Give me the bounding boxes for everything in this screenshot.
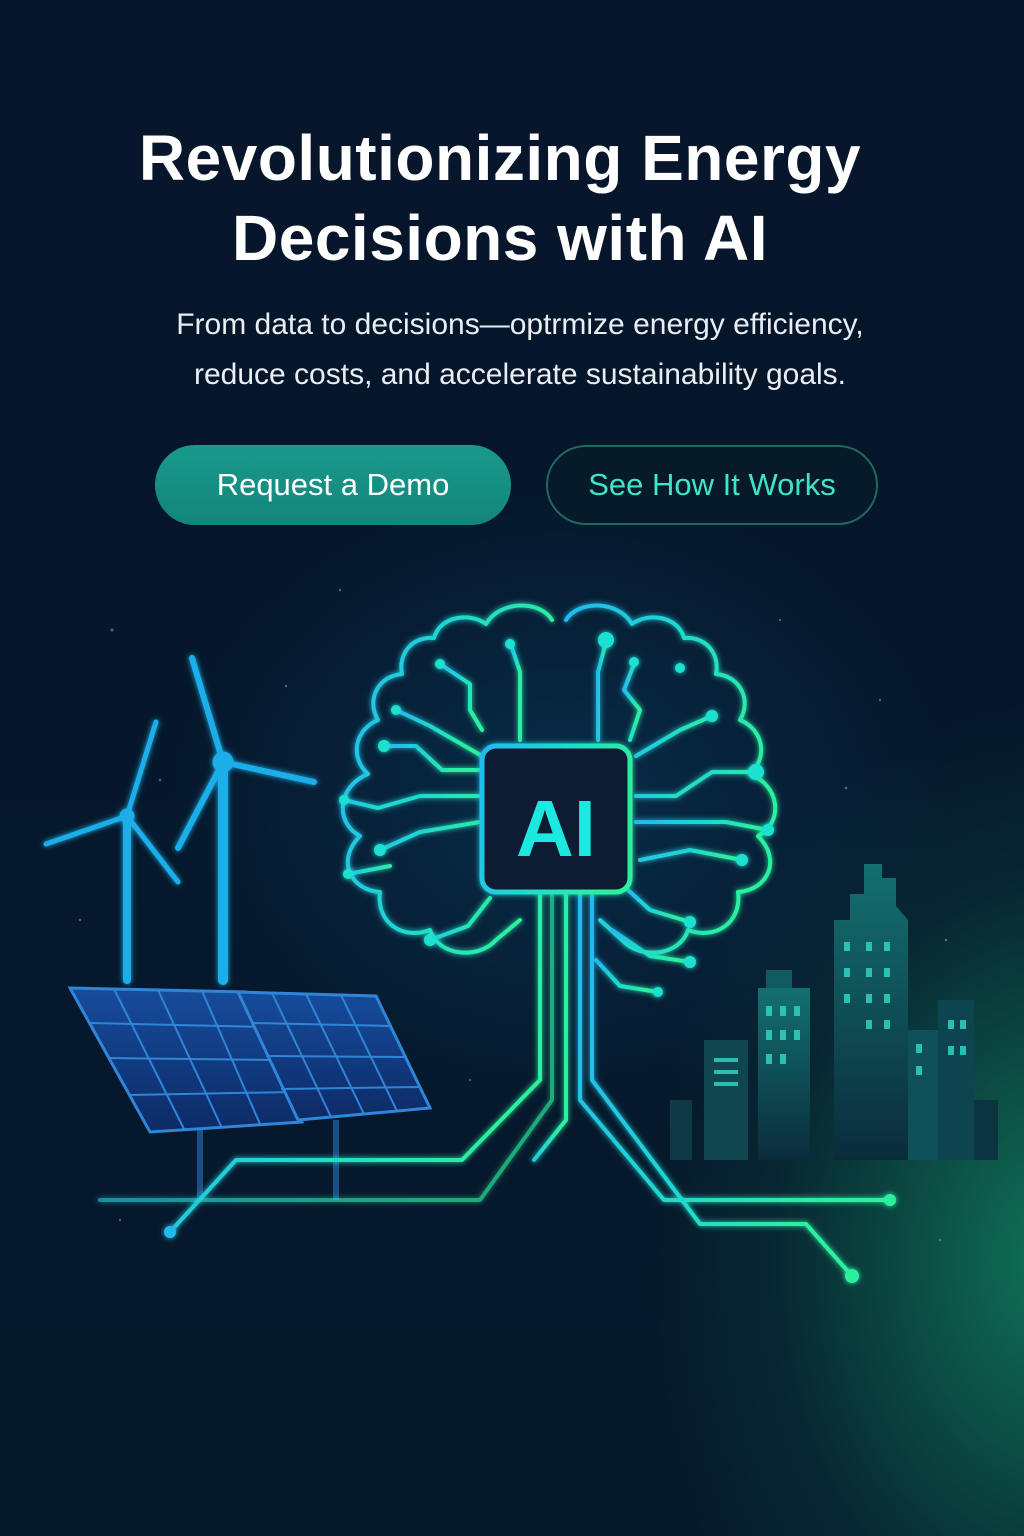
hero-illustration: AI [43,588,998,1283]
headline-line-1: Revolutionizing Energy [138,122,862,194]
root-endpoints [164,1194,896,1283]
solar-panel-icon [67,986,433,1200]
hero-headline: Revolutionizing Energy Decisions with AI [0,118,1000,278]
ai-chip: AI [479,743,633,895]
hero-page: Revolutionizing Energy Decisions with AI… [0,0,1024,1536]
city-skyline-icon [670,864,998,1160]
star-field [78,588,948,1242]
see-how-it-works-button[interactable]: See How It Works [546,445,878,525]
wind-turbine-icon [43,655,317,985]
ai-chip-label: AI [516,784,596,873]
hero-subtext: From data to decisions—optrmize energy e… [0,300,1024,400]
headline-line-2: Decisions with AI [232,202,768,274]
subtext-line-1: From data to decisions—optrmize energy e… [176,308,864,341]
request-demo-button[interactable]: Request a Demo [155,445,511,525]
subtext-line-2: reduce costs, and accelerate sustainabil… [193,358,847,391]
